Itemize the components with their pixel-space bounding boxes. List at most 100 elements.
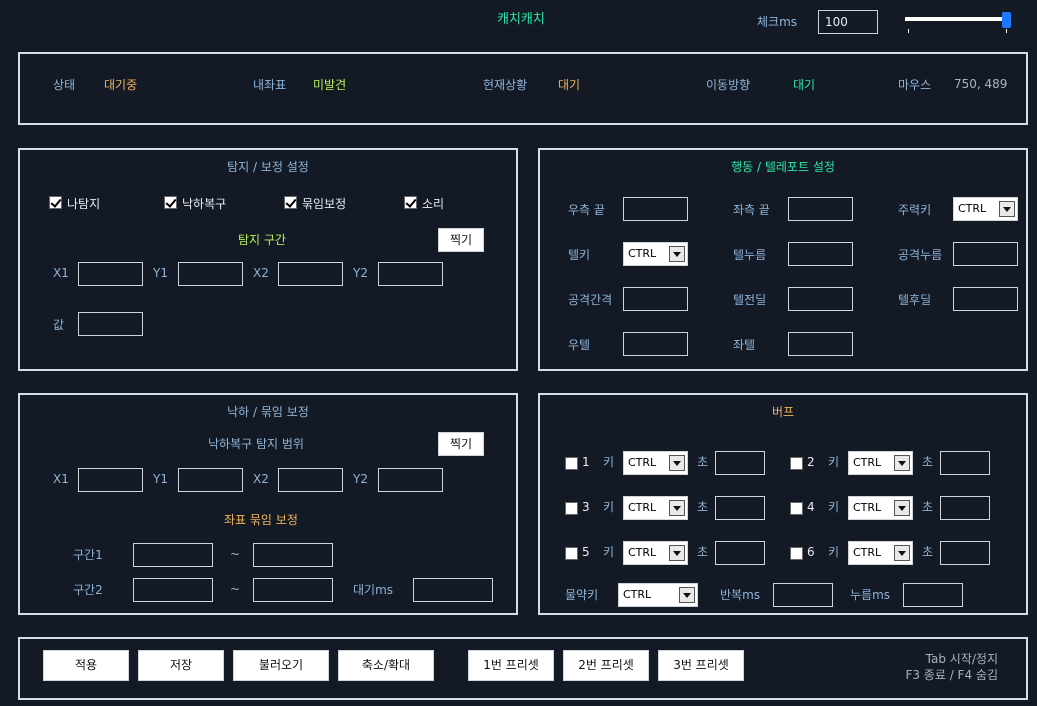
buff-panel: 버프 1 키 CTRL 초 2 키 CTRL 초 3 키 CTRL 초 4 키 … [538,393,1028,615]
detect-x2-input[interactable] [278,262,343,286]
tel-key-select-value: CTRL [628,247,657,260]
detect-title: 탐지 / 보정 설정 [227,160,309,174]
mouse-label: 마우스 [898,78,932,92]
buff-check-2[interactable] [790,457,803,470]
detect-check-1[interactable] [164,196,177,209]
wait-ms-input[interactable] [413,578,493,602]
buff-sec-input-5[interactable] [715,541,765,565]
buff-sec-input-1[interactable] [715,451,765,475]
press-ms-label: 누름ms [850,588,891,602]
left-tel-input[interactable] [788,332,853,356]
detect-check-3[interactable] [404,196,417,209]
action-panel: 행동 / 텔레포트 설정 우측 끝 좌측 끝 주력키 CTRL 텔키 CTRL … [538,148,1028,371]
buff-key-select-6[interactable]: CTRL [848,541,913,565]
zone2-label: 구간2 [73,583,103,597]
detect-value-input[interactable] [78,312,143,336]
check-ms-slider-thumb[interactable] [1002,12,1011,28]
preset1-button[interactable]: 1번 프리셋 [468,650,554,681]
current-value: 대기 [558,78,581,92]
zone1-end-input[interactable] [253,543,333,567]
zoom-button[interactable]: 축소/확대 [338,650,434,681]
zone2-tilde: ~ [230,582,241,596]
buff-key-select-5-value: CTRL [628,546,657,559]
potion-key-select[interactable]: CTRL [618,583,698,607]
apply-button[interactable]: 적용 [43,650,129,681]
fall-y2-label: Y2 [353,472,368,486]
tel-post-delay-input[interactable] [953,287,1018,311]
buff-key-label-5: 키 [603,545,615,559]
attack-press-input[interactable] [953,242,1018,266]
slider-tick-min [908,29,909,33]
detect-capture-button[interactable]: 찍기 [438,228,484,252]
right-tel-input[interactable] [623,332,688,356]
buff-check-5[interactable] [565,547,578,560]
right-end-input[interactable] [623,197,688,221]
chevron-down-icon [999,201,1015,217]
press-ms-input[interactable] [903,583,963,607]
detect-x1-input[interactable] [78,262,143,286]
chevron-down-icon [669,545,685,561]
detect-check-0[interactable] [49,196,62,209]
buff-sec-label-1: 초 [697,455,709,469]
buff-sec-input-6[interactable] [940,541,990,565]
tel-key-select[interactable]: CTRL [623,242,688,266]
chevron-down-icon [894,545,910,561]
main-key-label: 주력키 [898,203,932,217]
detect-y2-label: Y2 [353,266,368,280]
potion-key-label: 물약키 [565,588,599,602]
tel-press-label: 텔누름 [733,248,767,262]
zone1-start-input[interactable] [133,543,213,567]
attack-interval-input[interactable] [623,287,688,311]
mypos-value: 미발견 [313,78,347,92]
buff-num-3: 3 [582,500,590,514]
load-button[interactable]: 불러오기 [233,650,329,681]
action-title: 행동 / 텔레포트 설정 [731,160,835,174]
wait-ms-label: 대기ms [353,583,394,597]
buff-sec-label-4: 초 [922,500,934,514]
check-ms-slider-track[interactable] [905,17,1009,21]
buff-check-3[interactable] [565,502,578,515]
buff-key-select-3[interactable]: CTRL [623,496,688,520]
right-end-label: 우측 끝 [568,203,605,217]
tel-press-input[interactable] [788,242,853,266]
fall-capture-button[interactable]: 찍기 [438,432,484,456]
detect-y1-input[interactable] [178,262,243,286]
fall-y2-input[interactable] [378,468,443,492]
hint-exit-hide: F3 종료 / F4 숨김 [905,668,998,682]
buff-sec-input-2[interactable] [940,451,990,475]
buff-key-label-3: 키 [603,500,615,514]
mypos-label: 내좌표 [253,78,287,92]
fall-panel: 낙하 / 묶임 보정 낙하복구 탐지 범위 찍기 X1 Y1 X2 Y2 좌표 … [18,393,518,615]
tel-pre-delay-input[interactable] [788,287,853,311]
zone2-start-input[interactable] [133,578,213,602]
fall-x1-input[interactable] [78,468,143,492]
preset3-button[interactable]: 3번 프리셋 [658,650,744,681]
save-button[interactable]: 저장 [138,650,224,681]
buff-key-select-5[interactable]: CTRL [623,541,688,565]
buff-sec-label-3: 초 [697,500,709,514]
main-key-select[interactable]: CTRL [953,197,1018,221]
buff-sec-input-4[interactable] [940,496,990,520]
buff-check-4[interactable] [790,502,803,515]
buff-key-select-1[interactable]: CTRL [623,451,688,475]
chevron-down-icon [669,455,685,471]
left-end-input[interactable] [788,197,853,221]
direction-value: 대기 [793,78,816,92]
preset2-button[interactable]: 2번 프리셋 [563,650,649,681]
fall-x2-input[interactable] [278,468,343,492]
fall-y1-input[interactable] [178,468,243,492]
buff-check-1[interactable] [565,457,578,470]
buff-key-select-4[interactable]: CTRL [848,496,913,520]
detect-check-2[interactable] [284,196,297,209]
attack-interval-label: 공격간격 [568,293,613,307]
left-tel-label: 좌텔 [733,338,756,352]
buff-key-select-2[interactable]: CTRL [848,451,913,475]
repeat-ms-input[interactable] [773,583,833,607]
fall-range-label: 낙하복구 탐지 범위 [208,437,304,451]
buff-key-select-2-value: CTRL [853,456,882,469]
detect-y2-input[interactable] [378,262,443,286]
check-ms-input[interactable] [818,10,878,34]
zone2-end-input[interactable] [253,578,333,602]
buff-check-6[interactable] [790,547,803,560]
buff-sec-input-3[interactable] [715,496,765,520]
